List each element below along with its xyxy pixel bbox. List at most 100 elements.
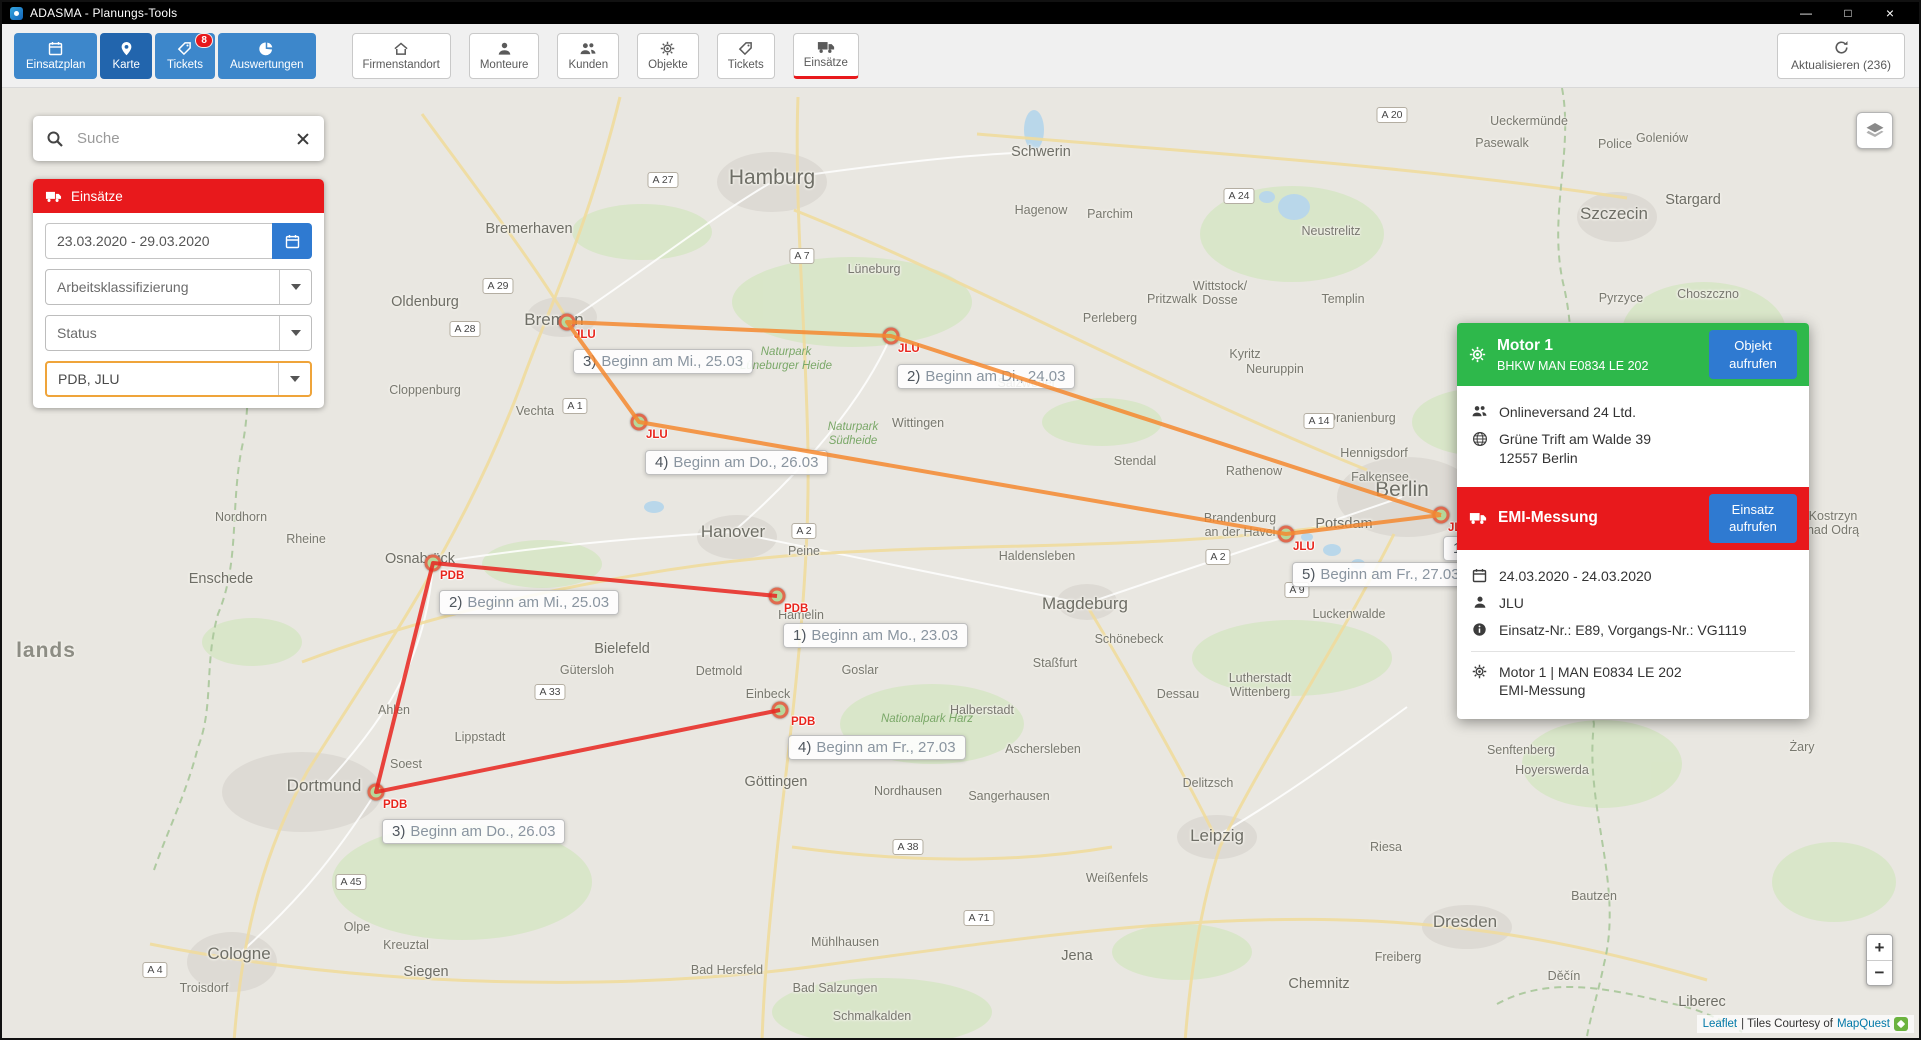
status-select[interactable]: Status bbox=[45, 315, 312, 351]
refresh-button[interactable]: Aktualisieren (236) bbox=[1777, 32, 1905, 79]
maximize-button[interactable]: □ bbox=[1827, 2, 1869, 24]
tags-icon bbox=[738, 41, 753, 56]
van-icon bbox=[45, 190, 62, 203]
map-marker-pdb-3[interactable] bbox=[367, 783, 385, 801]
titlebar: ADASMA - Planungs-Tools — □ × bbox=[2, 2, 1919, 24]
status-select-value: Status bbox=[57, 325, 97, 341]
assignment-object-ref: Motor 1 | MAN E0834 LE 202 bbox=[1499, 663, 1682, 680]
tab-einsatzplan[interactable]: Einsatzplan bbox=[14, 32, 98, 79]
object-subtitle: BHKW MAN E0834 LE 202 bbox=[1497, 358, 1649, 373]
date-range-row: 23.03.2020 - 29.03.2020 bbox=[45, 223, 312, 259]
map-attribution: Leaflet | Tiles Courtesy of MapQuest bbox=[1696, 1015, 1914, 1033]
home-icon bbox=[393, 41, 409, 56]
date-range-input[interactable]: 23.03.2020 - 29.03.2020 bbox=[45, 223, 272, 259]
entity-tab-group: Firmenstandort Monteure Kunden Objekte T… bbox=[351, 32, 859, 79]
app-icon bbox=[10, 6, 23, 20]
tab-tickets-entity[interactable]: Tickets bbox=[716, 32, 775, 79]
object-details: Onlineversand 24 Ltd. Grüne Trift am Wal… bbox=[1457, 386, 1809, 487]
tab-label: Tickets bbox=[166, 58, 203, 71]
filter-panel-title: Einsätze bbox=[71, 188, 123, 204]
tab-label: Monteure bbox=[479, 58, 529, 71]
tab-karte[interactable]: Karte bbox=[100, 32, 152, 79]
classification-select[interactable]: Arbeitsklassifizierung bbox=[45, 269, 312, 305]
info-icon bbox=[1471, 622, 1488, 637]
minimize-button[interactable]: — bbox=[1785, 2, 1827, 24]
assignment-object-block: Motor 1 | MAN E0834 LE 202 EMI-Messung bbox=[1499, 663, 1682, 701]
tab-monteure[interactable]: Monteure bbox=[468, 32, 540, 79]
divider bbox=[1471, 650, 1795, 652]
search-icon bbox=[46, 130, 64, 148]
gear-icon bbox=[1469, 346, 1486, 363]
ticket-icon bbox=[177, 41, 192, 56]
map-marker-pdb-2[interactable] bbox=[424, 554, 442, 572]
address-block: Grüne Trift am Walde 39 12557 Berlin bbox=[1499, 430, 1651, 468]
clear-search-icon[interactable] bbox=[295, 131, 311, 147]
calendar-icon bbox=[48, 41, 63, 56]
refresh-label: Aktualisieren (236) bbox=[1790, 57, 1892, 72]
primary-tab-group: Einsatzplan Karte 8 Tickets Auswertungen bbox=[14, 32, 316, 79]
app-window: Hamburg Berlin Bremen Hanover Magdeburg Leipz… bbox=[0, 0, 1921, 1040]
tab-einsaetze[interactable]: Einsätze bbox=[792, 32, 859, 79]
attribution-text: | Tiles Courtesy of bbox=[1741, 1018, 1833, 1030]
map-marker-jlu-4[interactable] bbox=[630, 413, 648, 431]
tab-label: Karte bbox=[112, 58, 140, 71]
tab-objekte[interactable]: Objekte bbox=[637, 32, 699, 79]
globe-icon bbox=[1471, 431, 1488, 447]
filter-panel-header: Einsätze bbox=[33, 179, 324, 213]
technician-code: JLU bbox=[1499, 594, 1524, 611]
zoom-out-button[interactable]: − bbox=[1867, 960, 1892, 985]
company-name: Onlineversand 24 Ltd. bbox=[1499, 404, 1636, 421]
address-city: 12557 Berlin bbox=[1499, 449, 1578, 466]
gear-icon bbox=[660, 41, 675, 56]
chevron-down-icon bbox=[279, 316, 311, 350]
map-marker-jlu-1[interactable] bbox=[1432, 506, 1450, 524]
date-picker-button[interactable] bbox=[272, 223, 312, 259]
tab-label: Einsatzplan bbox=[26, 58, 86, 71]
monteur-select[interactable]: PDB, JLU bbox=[45, 361, 312, 397]
map-marker-pdb-1[interactable] bbox=[768, 587, 786, 605]
open-einsatz-button[interactable]: Einsatz aufrufen bbox=[1709, 493, 1797, 543]
mapquest-link[interactable]: MapQuest bbox=[1837, 1018, 1890, 1030]
assignment-object-task: EMI-Messung bbox=[1499, 682, 1586, 699]
layers-icon bbox=[1864, 120, 1886, 142]
tab-auswertungen[interactable]: Auswertungen bbox=[217, 32, 316, 79]
refresh-icon bbox=[1834, 40, 1849, 55]
assignment-details: 24.03.2020 - 24.03.2020 JLU Einsatz-Nr.:… bbox=[1457, 550, 1809, 719]
search-input[interactable] bbox=[75, 129, 295, 148]
tab-label: Firmenstandort bbox=[362, 58, 440, 71]
map-marker-pdb-4[interactable] bbox=[771, 701, 789, 719]
map-marker-jlu-3[interactable] bbox=[558, 313, 576, 331]
assignment-header: EMI-Messung Einsatz aufrufen bbox=[1457, 486, 1809, 550]
users-icon bbox=[579, 41, 597, 56]
tab-label: Tickets bbox=[727, 58, 764, 71]
assignment-date-row: 24.03.2020 - 24.03.2020 bbox=[1471, 567, 1795, 586]
calendar-icon bbox=[285, 234, 300, 249]
user-icon bbox=[1471, 595, 1488, 609]
map-marker-jlu-2[interactable] bbox=[882, 327, 900, 345]
object-titles: Motor 1 BHKW MAN E0834 LE 202 bbox=[1497, 337, 1698, 373]
reference-row: Einsatz-Nr.: E89, Vorgangs-Nr.: VG1119 bbox=[1471, 621, 1795, 640]
leaflet-link[interactable]: Leaflet bbox=[1703, 1018, 1738, 1030]
open-object-button[interactable]: Objekt aufrufen bbox=[1709, 330, 1797, 380]
object-title: Motor 1 bbox=[1497, 336, 1553, 354]
users-icon bbox=[1471, 404, 1488, 418]
window-title: ADASMA - Planungs-Tools bbox=[30, 6, 178, 20]
technician-row: JLU bbox=[1471, 594, 1795, 613]
einsaetze-filter-panel: Einsätze 23.03.2020 - 29.03.2020 Arbeits… bbox=[33, 179, 324, 408]
address-street: Grüne Trift am Walde 39 bbox=[1499, 430, 1651, 447]
tab-firmenstandort[interactable]: Firmenstandort bbox=[351, 32, 451, 79]
classification-select-value: Arbeitsklassifizierung bbox=[57, 279, 189, 295]
pie-chart-icon bbox=[259, 41, 274, 56]
map-search-box bbox=[33, 116, 324, 161]
tab-kunden[interactable]: Kunden bbox=[557, 32, 620, 79]
layers-control[interactable] bbox=[1856, 112, 1893, 149]
map-marker-jlu-5[interactable] bbox=[1277, 525, 1295, 543]
assignment-titles: EMI-Messung bbox=[1498, 509, 1698, 527]
close-button[interactable]: × bbox=[1869, 2, 1911, 24]
van-icon bbox=[1469, 511, 1487, 525]
van-icon bbox=[817, 40, 835, 54]
tab-tickets[interactable]: 8 Tickets bbox=[154, 32, 215, 79]
zoom-in-button[interactable]: + bbox=[1867, 935, 1892, 960]
gear-icon bbox=[1471, 664, 1488, 679]
calendar-icon bbox=[1471, 568, 1488, 583]
